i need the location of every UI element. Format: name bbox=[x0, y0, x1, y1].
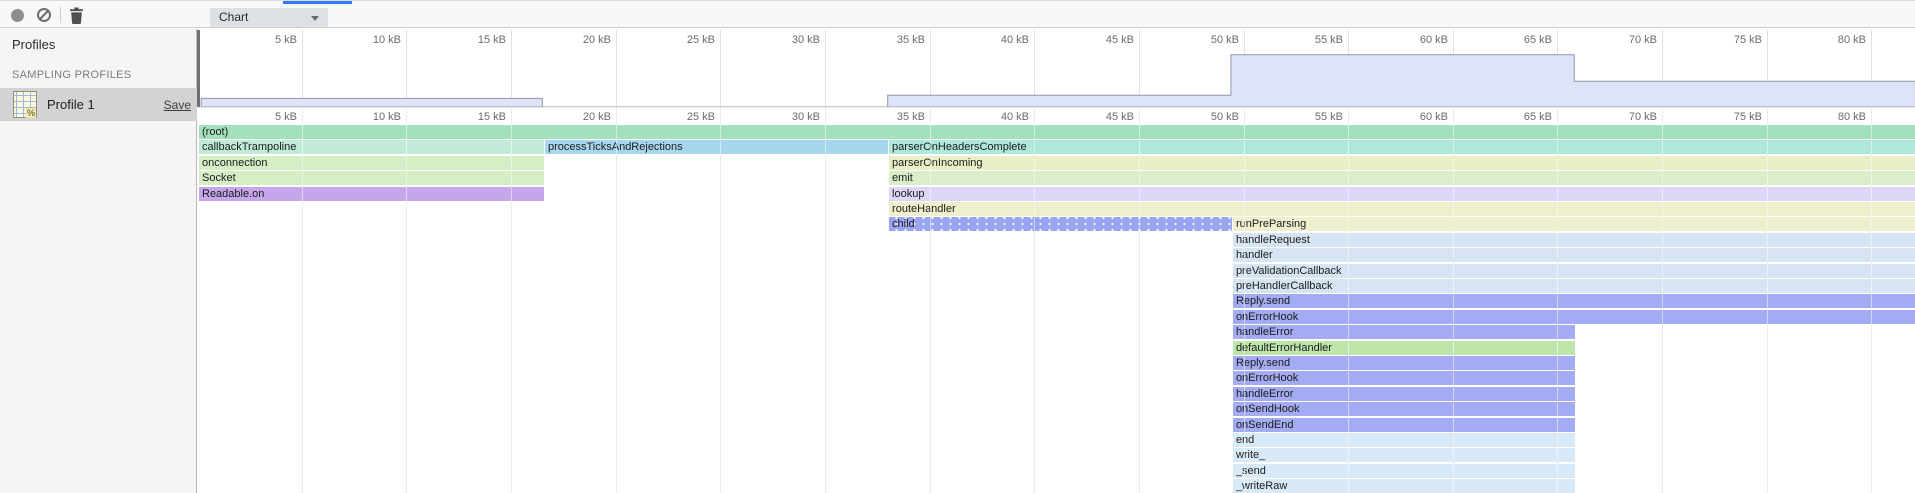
clear-icon[interactable] bbox=[37, 8, 51, 22]
sidebar-item-profile-1[interactable]: % Profile 1 Save bbox=[0, 88, 197, 121]
flame-bar-Socket[interactable]: Socket bbox=[199, 171, 544, 185]
tick-label: 80 kB bbox=[1791, 34, 1866, 46]
chart-view-select-value: Chart bbox=[219, 10, 248, 24]
active-tab-indicator bbox=[283, 1, 352, 4]
tick-label: 30 kB bbox=[745, 111, 820, 123]
flame-bar-callbackTrampoline[interactable]: callbackTrampoline bbox=[199, 140, 544, 154]
flame-bar-preValidationCallback[interactable]: preValidationCallback bbox=[1233, 264, 1915, 278]
flame-bar-handleError[interactable]: handleError bbox=[1233, 387, 1575, 401]
flame-bar-handleRequest[interactable]: handleRequest bbox=[1233, 233, 1915, 247]
record-icon[interactable] bbox=[11, 9, 24, 22]
tick-label: 75 kB bbox=[1687, 111, 1762, 123]
flame-bar-root[interactable]: (root) bbox=[199, 125, 1915, 139]
tick-label: 20 kB bbox=[536, 111, 611, 123]
memory-profiler-panel: Chart Profiles SAMPLING PROFILES % Profi… bbox=[0, 0, 1915, 493]
tick-label: 45 kB bbox=[1059, 34, 1134, 46]
flame-bar-end[interactable]: end bbox=[1233, 433, 1575, 447]
sidebar: Profiles SAMPLING PROFILES % Profile 1 S… bbox=[0, 29, 197, 493]
tick-label: 40 kB bbox=[954, 111, 1029, 123]
tick-label: 55 kB bbox=[1268, 111, 1343, 123]
flame-bar-processTicksAndRejections[interactable]: processTicksAndRejections bbox=[545, 140, 888, 154]
flame-bar-_writeRaw[interactable]: _writeRaw bbox=[1233, 479, 1575, 493]
tick-label: 75 kB bbox=[1687, 34, 1762, 46]
flame-bar-parserOnIncoming[interactable]: parserOnIncoming bbox=[889, 156, 1915, 170]
flame-bar-Readable.on[interactable]: Readable.on bbox=[199, 187, 544, 201]
flame-bar-onErrorHook[interactable]: onErrorHook bbox=[1233, 310, 1915, 324]
flame-bar-_send[interactable]: _send bbox=[1233, 464, 1575, 478]
sampling-profiles-header: SAMPLING PROFILES bbox=[12, 69, 131, 81]
tick-label: 35 kB bbox=[850, 111, 925, 123]
tick-label: 65 kB bbox=[1477, 111, 1552, 123]
flame-bar-routeHandler[interactable]: routeHandler bbox=[889, 202, 1915, 216]
chevron-down-icon bbox=[311, 16, 319, 21]
sidebar-title: Profiles bbox=[12, 37, 55, 52]
flame-bar-Reply.send[interactable]: Reply.send bbox=[1233, 294, 1915, 308]
tick-label: 35 kB bbox=[850, 34, 925, 46]
tick-label: 15 kB bbox=[431, 111, 506, 123]
flame-bar-write_[interactable]: write_ bbox=[1233, 448, 1575, 462]
profile-name: Profile 1 bbox=[47, 97, 95, 112]
flame-bar-onconnection[interactable]: onconnection bbox=[199, 156, 544, 170]
tick-label: 50 kB bbox=[1164, 34, 1239, 46]
tick-label: 60 kB bbox=[1373, 111, 1448, 123]
save-profile-link[interactable]: Save bbox=[164, 98, 191, 112]
flame-bar-preHandlerCallback[interactable]: preHandlerCallback bbox=[1233, 279, 1915, 293]
tick-label: 5 kB bbox=[222, 34, 297, 46]
tick-label: 5 kB bbox=[222, 111, 297, 123]
tick-label: 30 kB bbox=[745, 34, 820, 46]
tick-label: 55 kB bbox=[1268, 34, 1343, 46]
toolbar-divider bbox=[60, 7, 61, 23]
tick-label: 20 kB bbox=[536, 34, 611, 46]
flame-bar-Reply.send[interactable]: Reply.send bbox=[1233, 356, 1575, 370]
allocation-overview[interactable]: 5 kB 10 kB 15 kB 20 kB 25 kB 30 kB 35 kB 40 kB 4… bbox=[197, 29, 1915, 108]
tick-label: 80 kB bbox=[1791, 111, 1866, 123]
flame-bar-emit[interactable]: emit bbox=[889, 171, 1915, 185]
tick-label: 10 kB bbox=[326, 111, 401, 123]
tick-label: 40 kB bbox=[954, 34, 1029, 46]
tick-label: 50 kB bbox=[1164, 111, 1239, 123]
flame-bar-lookup[interactable]: lookup bbox=[889, 187, 1915, 201]
flame-bar-child[interactable]: child bbox=[889, 217, 1232, 231]
profile-icon: % bbox=[13, 91, 37, 118]
overview-range-handle[interactable] bbox=[197, 30, 200, 108]
tick-label: 45 kB bbox=[1059, 111, 1134, 123]
flame-bar-handleError[interactable]: handleError bbox=[1233, 325, 1575, 339]
tick-label: 60 kB bbox=[1373, 34, 1448, 46]
flame-bar-handler[interactable]: handler bbox=[1233, 248, 1915, 262]
flame-bar-onErrorHook[interactable]: onErrorHook bbox=[1233, 371, 1575, 385]
flame-bar-runPreParsing[interactable]: runPreParsing bbox=[1233, 217, 1915, 231]
tick-label: 65 kB bbox=[1477, 34, 1552, 46]
tick-label: 15 kB bbox=[431, 34, 506, 46]
flame-bar-onSendHook[interactable]: onSendHook bbox=[1233, 402, 1575, 416]
tick-label: 10 kB bbox=[326, 34, 401, 46]
chart-view-select[interactable]: Chart bbox=[210, 8, 328, 27]
tick-label: 70 kB bbox=[1582, 111, 1657, 123]
tick-label: 70 kB bbox=[1582, 34, 1657, 46]
flame-chart[interactable]: (root)callbackTrampolineprocessTicksAndR… bbox=[197, 108, 1915, 493]
tick-label: 25 kB bbox=[640, 34, 715, 46]
flame-bar-parserOnHeadersComplete[interactable]: parserOnHeadersComplete bbox=[889, 140, 1915, 154]
flame-bar-defaultErrorHandler[interactable]: defaultErrorHandler bbox=[1233, 341, 1575, 355]
trash-icon[interactable] bbox=[69, 7, 85, 24]
toolbar: Chart bbox=[0, 0, 1915, 28]
tick-label: 25 kB bbox=[640, 111, 715, 123]
flame-bar-onSendEnd[interactable]: onSendEnd bbox=[1233, 418, 1575, 432]
